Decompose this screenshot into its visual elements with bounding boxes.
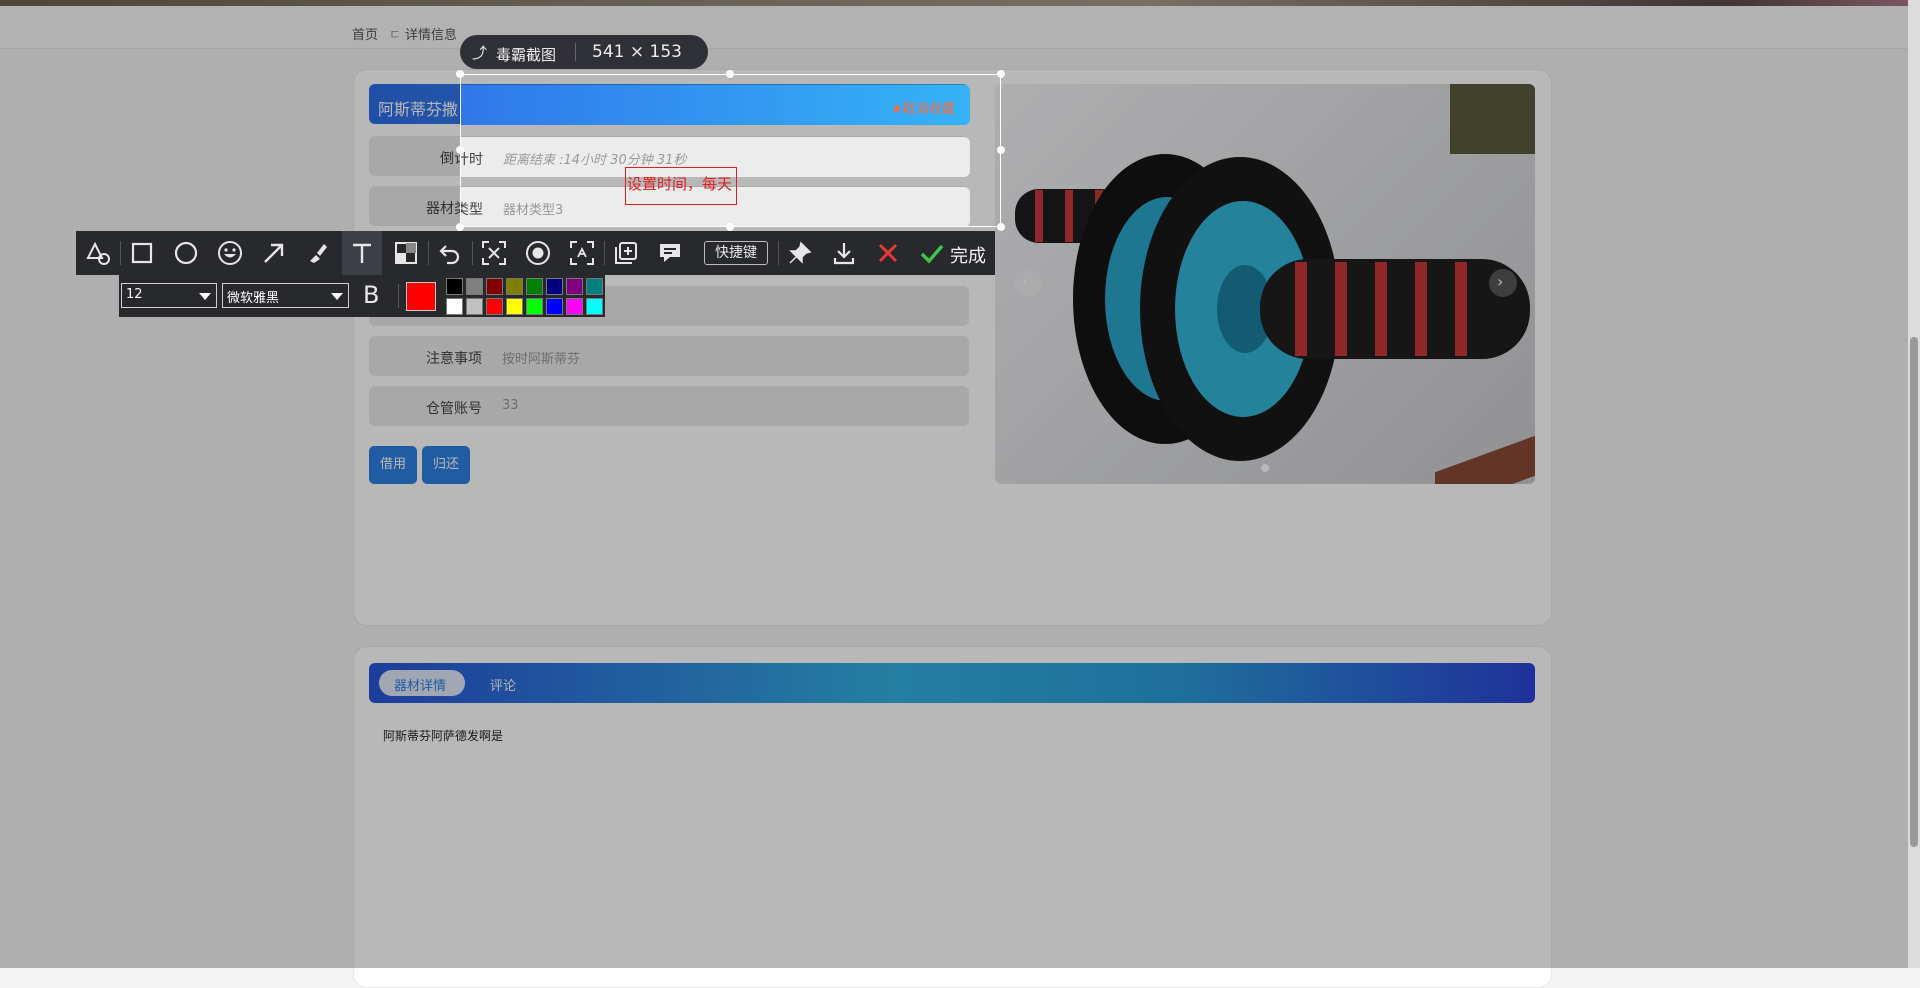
color-swatch[interactable] <box>546 298 563 315</box>
color-swatch[interactable] <box>566 278 583 295</box>
color-palette <box>446 278 604 316</box>
chevron-down-icon <box>199 293 211 300</box>
selection-type-value: 器材类型3 <box>503 203 564 218</box>
capture-size-pill: ⤴ 毒霸截图 541 × 153 <box>460 35 708 69</box>
color-swatch[interactable] <box>486 298 503 315</box>
color-swatch[interactable] <box>546 278 563 295</box>
pen-icon[interactable] <box>298 231 338 275</box>
pill-divider <box>575 43 576 61</box>
color-swatch[interactable] <box>586 278 603 295</box>
resize-handle-e[interactable] <box>997 146 1005 154</box>
color-swatch[interactable] <box>526 278 543 295</box>
undo-icon[interactable] <box>430 231 470 275</box>
comment-icon[interactable] <box>650 231 690 275</box>
download-icon[interactable] <box>824 231 864 275</box>
subbar-divider <box>398 284 399 308</box>
capture-app-name: 毒霸截图 <box>496 46 557 64</box>
color-swatch[interactable] <box>486 278 503 295</box>
toolbar-divider <box>428 241 429 265</box>
capture-size-readout: 541 × 153 <box>592 42 682 62</box>
color-swatch[interactable] <box>506 298 523 315</box>
capture-selection[interactable]: ★取消收藏 倒计时 距离结束 :14小时 30分钟 31秒 器材类型 器材类型3… <box>460 74 1001 227</box>
selection-countdown-value: 距离结束 :14小时 30分钟 31秒 <box>503 153 687 168</box>
toolbar-divider <box>120 241 121 265</box>
resize-handle-nw[interactable] <box>456 70 464 78</box>
color-swatch[interactable] <box>566 298 583 315</box>
scroll-capture-icon[interactable] <box>562 231 602 275</box>
color-swatch[interactable] <box>586 298 603 315</box>
color-swatch[interactable] <box>466 278 483 295</box>
font-family-value: 微软雅黑 <box>227 291 280 306</box>
mosaic-icon[interactable] <box>386 231 426 275</box>
current-color-swatch[interactable] <box>406 282 436 311</box>
close-icon[interactable] <box>868 231 908 275</box>
shapes-icon[interactable] <box>78 231 118 275</box>
color-swatch[interactable] <box>526 298 543 315</box>
resize-handle-n[interactable] <box>726 70 734 78</box>
chevron-down-icon <box>331 293 343 300</box>
color-swatch[interactable] <box>446 278 463 295</box>
pin-icon[interactable] <box>780 231 820 275</box>
done-button[interactable]: 完成 <box>950 242 986 268</box>
resize-handle-sw[interactable] <box>456 223 464 231</box>
emoji-icon[interactable] <box>210 231 250 275</box>
toolbar-divider <box>604 241 605 265</box>
circle-icon[interactable] <box>166 231 206 275</box>
scrollbar-thumb[interactable] <box>1910 337 1918 847</box>
font-size-value: 12 <box>126 287 143 302</box>
color-swatch[interactable] <box>506 278 523 295</box>
check-icon[interactable] <box>912 231 952 275</box>
text-style-toolbar: 12 微软雅黑 B <box>119 275 605 317</box>
resize-handle-s[interactable] <box>726 223 734 231</box>
font-size-select[interactable]: 12 <box>121 283 217 308</box>
rectangle-icon[interactable] <box>122 231 162 275</box>
shortcut-keys-button[interactable]: 快捷键 <box>704 241 768 265</box>
text-icon[interactable] <box>342 231 382 275</box>
arrow-icon[interactable] <box>254 231 294 275</box>
record-icon[interactable] <box>518 231 558 275</box>
ocr-icon[interactable] <box>474 231 514 275</box>
selection-type-label: 器材类型 <box>461 202 483 218</box>
resize-handle-ne[interactable] <box>997 70 1005 78</box>
font-family-select[interactable]: 微软雅黑 <box>222 283 349 308</box>
color-swatch[interactable] <box>446 298 463 315</box>
text-annotation[interactable]: 设置时间，每天 <box>627 173 732 194</box>
toolbar-divider <box>778 241 779 265</box>
capture-logo-icon: ⤴ <box>472 44 488 62</box>
bold-toggle[interactable]: B <box>363 281 379 309</box>
pin-add-icon[interactable] <box>606 231 646 275</box>
color-swatch[interactable] <box>466 298 483 315</box>
capture-toolbar: 快捷键 完成 <box>76 231 995 275</box>
toolbar-divider <box>472 241 473 265</box>
resize-handle-se[interactable] <box>997 223 1005 231</box>
selection-unfavorite: ★取消收藏 <box>891 102 955 117</box>
resize-handle-w[interactable] <box>456 146 464 154</box>
